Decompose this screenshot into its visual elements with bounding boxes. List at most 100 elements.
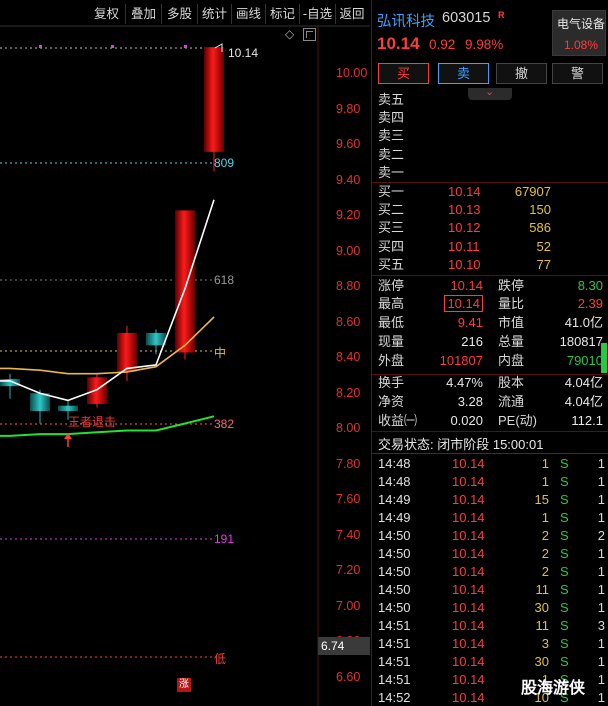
bid-row[interactable]: 买二 10.13 150	[372, 201, 608, 219]
order-level-label: 买二	[378, 202, 405, 218]
tick-time: 14:52	[378, 690, 411, 705]
fib-618-label: 618	[214, 273, 235, 287]
tick-row: 14:50 10.14 2 S 1	[372, 545, 608, 563]
candle-body	[146, 332, 166, 346]
sector-box[interactable]: 电气设备 1.08%	[552, 10, 606, 56]
order-price: 10.11	[448, 238, 480, 254]
tick-price: 10.14	[452, 582, 485, 597]
price-tick-label: 9.60	[336, 137, 361, 151]
tick-row: 14:50 10.14 11 S 1	[372, 581, 608, 599]
cancel-order-button[interactable]: 撤	[496, 63, 547, 84]
tick-price: 10.14	[452, 690, 485, 705]
stat-label: 流通	[498, 394, 525, 409]
order-level-label: 买四	[378, 238, 405, 254]
price-tick-label: 8.20	[336, 385, 361, 400]
tick-row: 14:50 10.14 30 S 1	[372, 599, 608, 617]
stat-label: 总量	[498, 334, 525, 349]
stat-value: 2.39	[577, 296, 603, 311]
ask-row[interactable]: 卖二	[372, 146, 608, 164]
tick-side: S	[560, 582, 569, 597]
ask-row[interactable]: 卖三	[372, 127, 608, 145]
kline-chart[interactable]: 复权 叠加 多股 统计 画线 标记 -自选 返回 ◇ 10.00 9.80 9.60…	[0, 0, 370, 706]
tick-row: 14:51 10.14 3 S 1	[372, 635, 608, 653]
ask-row[interactable]: 卖一	[372, 164, 608, 182]
tick-price: 10.14	[452, 564, 485, 579]
stat-row: 换手 4.47% 股本 4.04亿	[372, 373, 608, 392]
tick-volume: 30	[534, 600, 549, 615]
tick-volume: 15	[534, 492, 549, 507]
stat-label: 现量	[378, 334, 405, 349]
tick-row: 14:50 10.14 2 S 2	[372, 527, 608, 545]
stat-row: 收益㈠ 0.020 PE(动) 112.1	[372, 411, 608, 430]
tick-side: S	[560, 636, 569, 651]
price-change: 0.92	[429, 37, 456, 52]
bid-row[interactable]: 买五 10.10 77	[372, 256, 608, 274]
stat-value: 9.41	[457, 315, 483, 330]
candle-body	[58, 405, 78, 412]
tick-price: 10.14	[452, 492, 485, 507]
sector-percent: 1.08%	[564, 38, 599, 52]
stat-value: 101807	[439, 353, 483, 368]
stat-label: 外盘	[378, 353, 405, 368]
tick-time: 14:51	[378, 654, 411, 669]
tick-time: 14:48	[378, 456, 411, 471]
tick-count: 2	[597, 528, 605, 543]
price-tick-label: 7.60	[336, 492, 361, 506]
tick-side: S	[560, 654, 569, 669]
tick-time: 14:51	[378, 636, 411, 651]
candle-body	[204, 47, 224, 152]
price-tick-label: 9.00	[336, 243, 361, 258]
tick-time: 14:50	[378, 564, 411, 579]
tick-time: 14:48	[378, 474, 411, 489]
tick-volume: 11	[535, 582, 550, 597]
tick-count: 1	[597, 456, 605, 471]
tick-price: 10.14	[452, 600, 485, 615]
stat-value: 8.30	[577, 278, 603, 293]
price-tick-label: 8.80	[336, 279, 361, 293]
plot-area	[0, 25, 370, 706]
tick-count: 1	[597, 582, 605, 597]
cursor-price-tag: 6.74	[318, 637, 370, 655]
marker-dot	[184, 45, 187, 48]
sell-button[interactable]: 卖	[438, 63, 489, 84]
bid-row[interactable]: 买一 10.14 67907	[372, 183, 608, 201]
tick-volume: 2	[541, 528, 549, 543]
bid-row[interactable]: 买四 10.11 52	[372, 238, 608, 256]
tick-volume: 1	[541, 510, 549, 525]
stat-label: 内盘	[498, 353, 525, 368]
tick-row: 14:50 10.14 2 S 1	[372, 563, 608, 581]
tick-time: 14:51	[378, 618, 411, 633]
volume-ratio-bar	[601, 343, 607, 373]
tick-count: 1	[597, 654, 605, 669]
marker-dot	[111, 45, 114, 48]
tick-time: 14:50	[378, 582, 411, 597]
tick-row: 14:49 10.14 15 S 1	[372, 491, 608, 509]
max-price-label: 10.14	[228, 46, 259, 60]
stat-value: 41.0亿	[564, 315, 603, 330]
tick-side: S	[560, 618, 569, 633]
stat-label: 最高	[378, 296, 405, 311]
stat-label: 跌停	[498, 278, 525, 293]
order-price: 10.13	[448, 202, 481, 218]
signal-text: 王者退击	[68, 415, 117, 429]
buy-button[interactable]: 买	[378, 63, 429, 84]
bid-row[interactable]: 买三 10.12 586	[372, 219, 608, 237]
candle-body	[117, 332, 137, 372]
tick-row: 14:49 10.14 1 S 1	[372, 509, 608, 527]
ask-row[interactable]: 卖五	[372, 91, 608, 109]
tick-time: 14:50	[378, 600, 411, 615]
price-tick-label: 6.60	[336, 669, 361, 684]
order-level-label: 买五	[378, 256, 405, 272]
stock-name[interactable]: 弘讯科技	[377, 10, 435, 31]
price-change-percent: 9.98%	[465, 37, 504, 52]
tick-count: 1	[597, 474, 605, 489]
tick-row: 14:51 10.14 11 S 3	[372, 617, 608, 635]
stat-value: 4.04亿	[564, 394, 603, 409]
stat-value: 10.14	[444, 295, 483, 312]
alert-button[interactable]: 警	[552, 63, 603, 84]
order-volume: 67907	[514, 184, 551, 199]
stat-value: 112.1	[571, 413, 603, 428]
price-tick-label: 8.00	[336, 421, 361, 435]
candle-body	[30, 393, 50, 412]
ask-row[interactable]: 卖四	[372, 109, 608, 127]
